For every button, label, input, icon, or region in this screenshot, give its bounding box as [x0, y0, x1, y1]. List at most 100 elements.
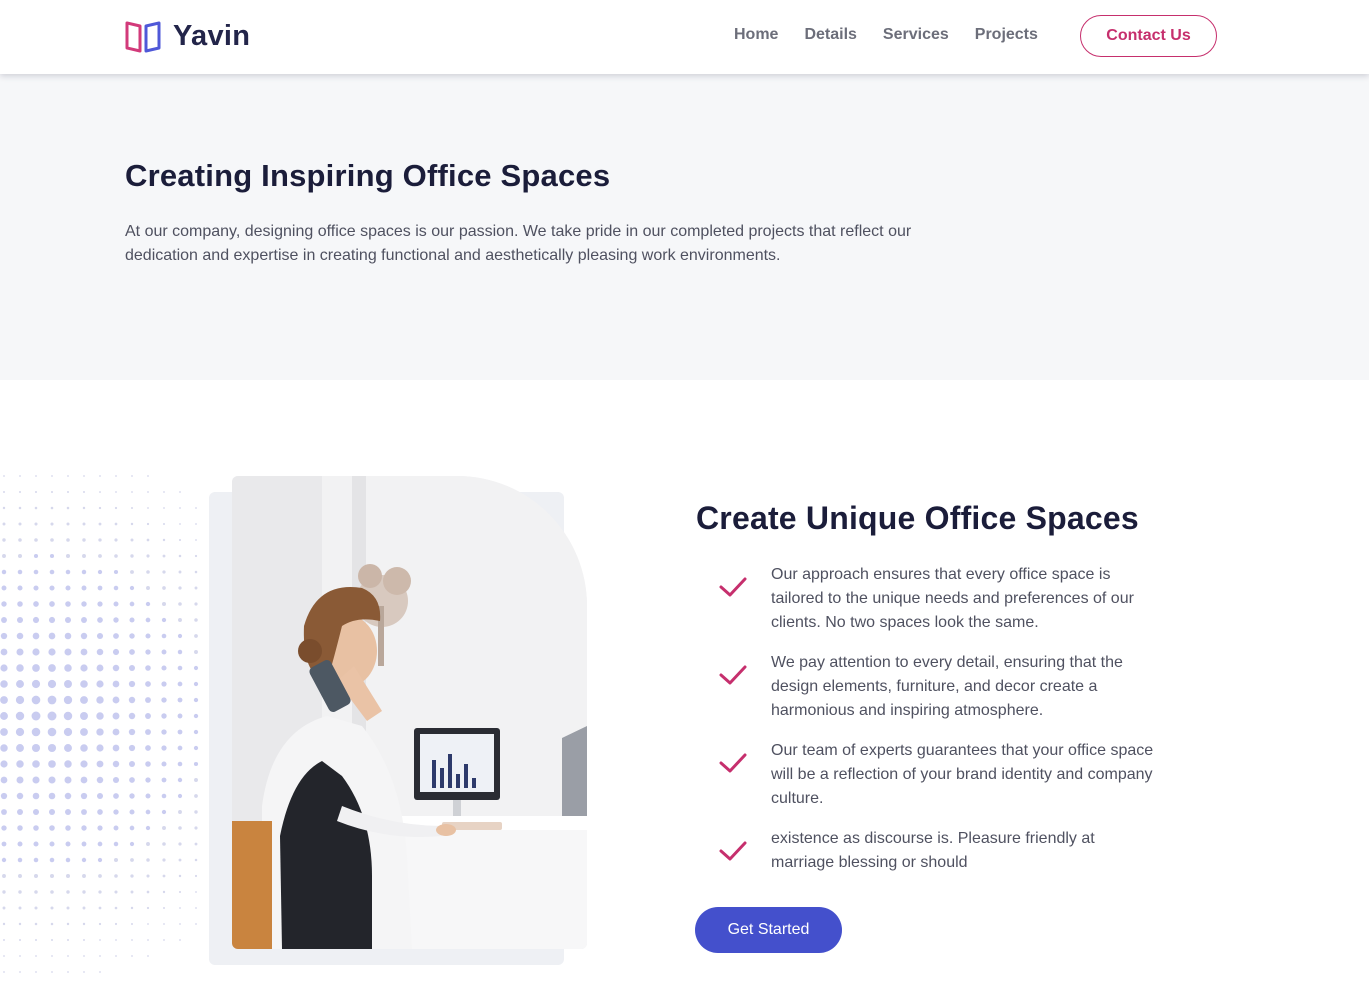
pattern-dot — [145, 729, 151, 735]
get-started-button[interactable]: Get Started — [695, 907, 842, 953]
pattern-dot — [146, 586, 150, 590]
pattern-dot — [98, 922, 102, 926]
pattern-dot — [178, 570, 182, 574]
pattern-dot — [145, 633, 151, 639]
pattern-dot — [35, 475, 37, 477]
check-icon — [719, 753, 747, 773]
pattern-dot — [49, 841, 55, 847]
feature-text: We pay attention to every detail, ensuri… — [771, 654, 1123, 719]
nav-projects[interactable]: Projects — [975, 24, 1038, 46]
pattern-dot — [179, 939, 181, 941]
pattern-dot — [17, 841, 23, 847]
pattern-dot — [82, 890, 86, 894]
pattern-dot — [130, 538, 134, 542]
pattern-dot — [145, 745, 151, 751]
pattern-dot — [115, 491, 117, 493]
pattern-dot — [193, 713, 199, 719]
pattern-dot — [35, 939, 37, 941]
pattern-dot — [33, 569, 39, 575]
feature-item: Our team of experts guarantees that your… — [716, 739, 1156, 811]
pattern-dot — [177, 777, 183, 783]
pattern-dot — [194, 618, 198, 622]
pattern-dot — [194, 602, 198, 606]
contact-us-button[interactable]: Contact Us — [1080, 15, 1217, 57]
pattern-dot — [80, 632, 88, 640]
pattern-dot — [97, 617, 103, 623]
pattern-dot — [162, 858, 166, 862]
pattern-dot — [32, 760, 40, 768]
pattern-dot — [81, 569, 87, 575]
pattern-dot — [32, 616, 40, 624]
pattern-dot — [161, 617, 167, 623]
pattern-dot — [99, 939, 101, 941]
pattern-dot — [48, 760, 56, 768]
pattern-dot — [195, 891, 197, 893]
pattern-dot — [65, 841, 71, 847]
pattern-dot — [147, 507, 149, 509]
pattern-dot — [145, 601, 151, 607]
pattern-dot — [145, 697, 151, 703]
pattern-dot — [66, 538, 70, 542]
pattern-dot — [114, 906, 118, 910]
pattern-dot — [66, 522, 70, 526]
pattern-dot — [177, 649, 183, 655]
pattern-dot — [48, 776, 56, 784]
pattern-dot — [178, 810, 182, 814]
pattern-dot — [0, 728, 8, 736]
pattern-dot — [1, 601, 7, 607]
pattern-dot — [178, 618, 182, 622]
pattern-dot — [63, 695, 73, 705]
pattern-dot — [48, 648, 56, 656]
pattern-dot — [146, 538, 150, 542]
pattern-dot — [129, 633, 135, 639]
pattern-dot — [16, 776, 24, 784]
pattern-dot — [128, 712, 136, 720]
pattern-dot — [114, 890, 118, 894]
pattern-dot — [130, 506, 134, 510]
pattern-dot — [19, 971, 21, 973]
pattern-dot — [114, 506, 118, 510]
pattern-dot — [147, 923, 149, 925]
nav-home[interactable]: Home — [734, 24, 778, 46]
pattern-dot — [81, 585, 87, 591]
pattern-dot — [98, 506, 102, 510]
pattern-dot — [130, 874, 134, 878]
pattern-dot — [80, 776, 88, 784]
pattern-dot — [19, 939, 21, 941]
nav-services[interactable]: Services — [883, 24, 949, 46]
pattern-dot — [0, 680, 8, 688]
pattern-dot — [34, 890, 38, 894]
pattern-dot — [194, 554, 198, 558]
pattern-dot — [83, 955, 85, 957]
pattern-dot — [50, 922, 54, 926]
pattern-dot — [99, 475, 101, 477]
pattern-dot — [81, 601, 87, 607]
brand-logo[interactable]: Yavin — [124, 19, 250, 53]
pattern-dot — [194, 794, 198, 798]
pattern-dot — [177, 665, 183, 671]
pattern-dot — [2, 538, 6, 542]
pattern-dot — [178, 874, 182, 878]
pattern-dot — [96, 632, 104, 640]
pattern-dot — [67, 971, 69, 973]
pattern-dot — [34, 522, 38, 526]
pattern-dot — [19, 955, 21, 957]
pattern-dot — [98, 890, 102, 894]
pattern-dot — [31, 711, 41, 721]
pattern-dot — [0, 664, 8, 672]
pattern-dot — [32, 792, 40, 800]
nav-details[interactable]: Details — [804, 24, 856, 46]
pattern-dot — [67, 955, 69, 957]
pattern-dot — [48, 632, 56, 640]
pattern-dot — [33, 841, 39, 847]
pattern-dot — [112, 664, 120, 672]
pattern-dot — [145, 809, 151, 815]
pattern-dot — [178, 890, 182, 894]
pattern-dot — [83, 971, 85, 973]
pattern-dot — [80, 712, 88, 720]
pattern-dot — [130, 554, 134, 558]
pattern-dot — [17, 825, 23, 831]
pattern-dot — [194, 842, 198, 846]
pattern-dot — [146, 874, 150, 878]
pattern-dot — [147, 491, 149, 493]
